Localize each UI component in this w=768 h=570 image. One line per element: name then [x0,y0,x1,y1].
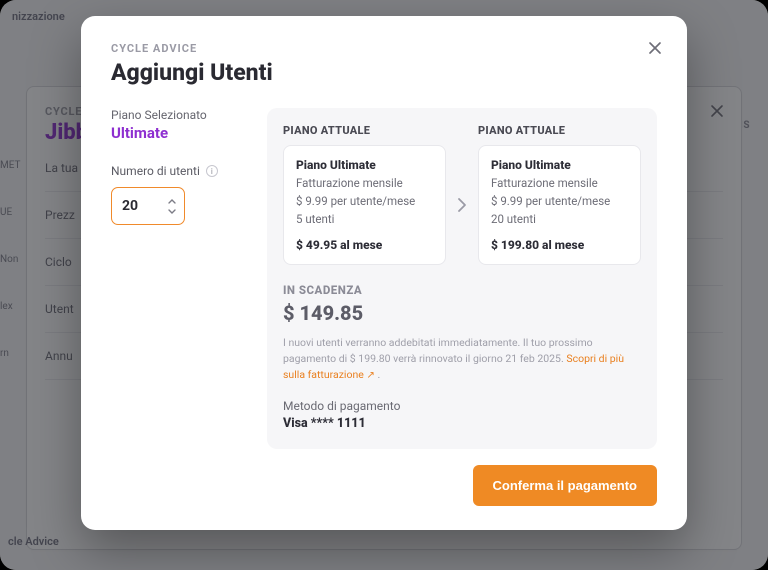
close-icon [647,40,663,56]
plan-users: 5 utenti [296,212,433,226]
modal-title: Aggiungi Utenti [111,59,657,86]
chevron-up-icon [168,199,176,204]
plan-billing: Fatturazione mensile [296,176,433,190]
modal-eyebrow: CYCLE ADVICE [111,42,657,55]
payment-method-label: Metodo di pagamento [283,399,641,413]
due-label: IN SCADENZA [283,283,641,297]
external-link-icon: ↗ [366,370,374,381]
current-plan-header: PIANO ATTUALE [283,124,446,137]
stepper-up-button[interactable] [166,196,178,206]
payment-method-value: Visa **** 1111 [283,416,641,431]
add-users-modal: CYCLE ADVICE Aggiungi Utenti Piano Selez… [81,16,687,530]
plan-title: Piano Ultimate [491,158,628,172]
plan-total: $ 49.95 al mese [296,238,433,252]
current-plan-card: Piano Ultimate Fatturazione mensile $ 9.… [283,145,446,265]
plan-billing: Fatturazione mensile [491,176,628,190]
plan-users: 20 utenti [491,212,628,226]
plan-price: $ 9.99 per utente/mese [491,194,628,208]
plan-total: $ 199.80 al mese [491,238,628,252]
due-amount: $ 149.85 [283,301,641,325]
plan-comparison-panel: PIANO ATTUALE Piano Ultimate Fatturazion… [267,108,657,449]
new-plan-header: PIANO ATTUALE [478,124,641,137]
stepper-down-button[interactable] [166,206,178,216]
chevron-down-icon [168,209,176,214]
billing-disclaimer: I nuovi utenti verranno addebitati immed… [283,335,641,383]
users-stepper[interactable]: 20 [111,187,185,225]
selected-plan-name: Ultimate [111,124,241,142]
users-stepper-value: 20 [122,198,138,214]
plan-title: Piano Ultimate [296,158,433,172]
confirm-payment-button[interactable]: Conferma il pagamento [473,465,657,506]
arrow-right-icon [454,177,470,213]
selected-plan-label: Piano Selezionato [111,108,241,122]
users-count-label: Numero di utenti i [111,164,218,178]
plan-price: $ 9.99 per utente/mese [296,194,433,208]
info-icon[interactable]: i [206,165,218,177]
new-plan-card: Piano Ultimate Fatturazione mensile $ 9.… [478,145,641,265]
modal-overlay: CYCLE ADVICE Aggiungi Utenti Piano Selez… [0,0,768,570]
close-button[interactable] [643,36,667,60]
